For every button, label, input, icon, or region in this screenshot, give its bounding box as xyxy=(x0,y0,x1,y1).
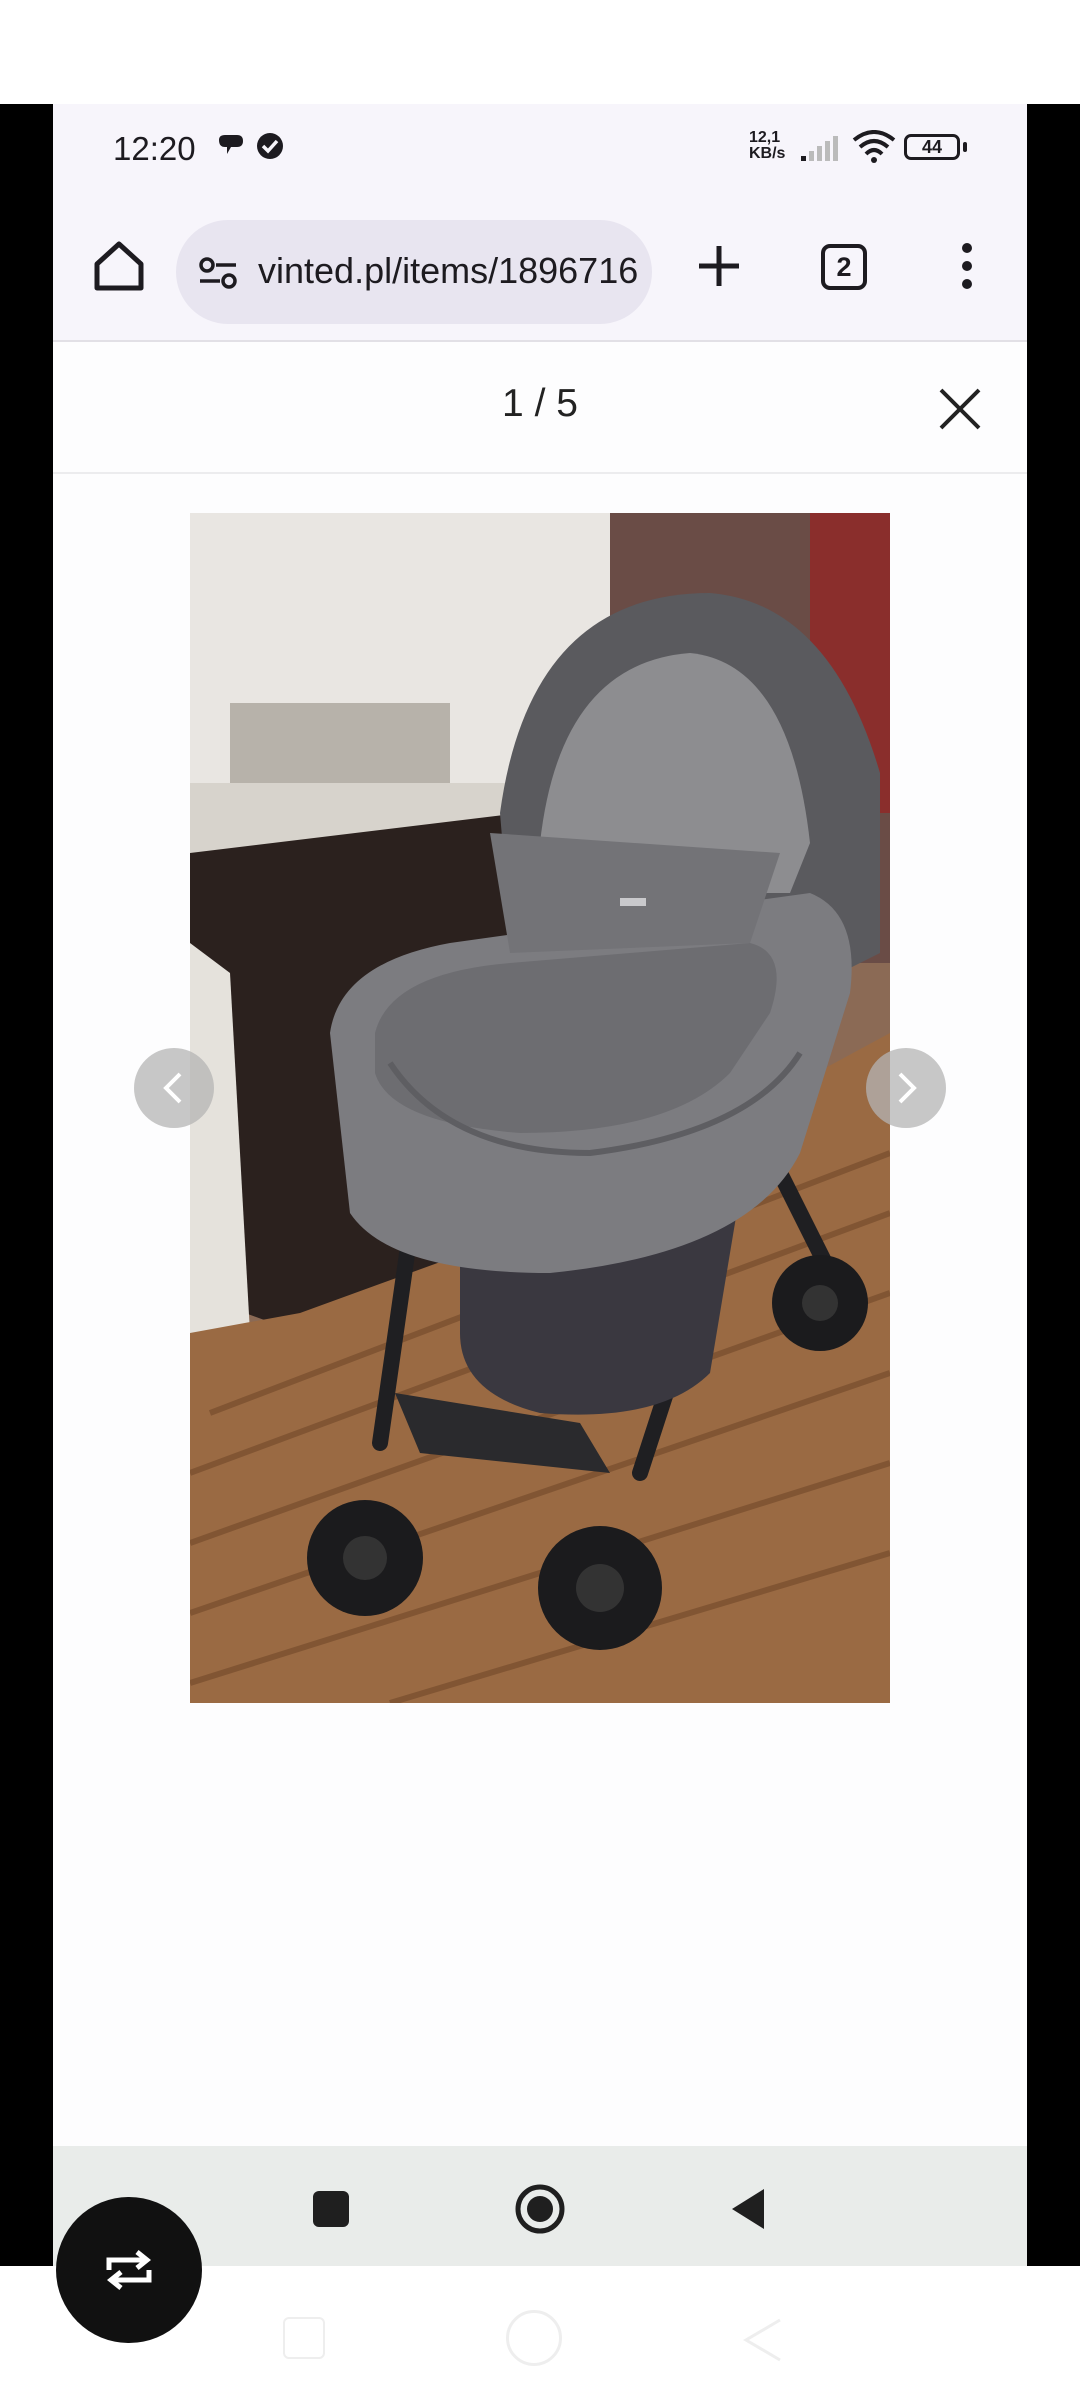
image-counter: 1 / 5 xyxy=(502,382,578,425)
status-time: 12:20 xyxy=(113,130,196,167)
phone-screen: 12:20 12,1 KB/s 44 vinted.pl/items/18967… xyxy=(53,104,1027,2266)
notification-icons xyxy=(215,132,295,167)
url-text[interactable]: vinted.pl/items/1896716 xyxy=(258,250,638,292)
rotate-screen-button[interactable] xyxy=(56,2197,202,2343)
battery-indicator: 44 xyxy=(904,134,960,160)
recents-button[interactable] xyxy=(313,2191,349,2227)
left-letterbox xyxy=(0,104,53,2266)
system-nav-bar xyxy=(53,2146,1027,2266)
address-bar[interactable]: vinted.pl/items/1896716 xyxy=(176,220,652,324)
browser-toolbar: vinted.pl/items/1896716 2 xyxy=(53,188,1027,342)
plus-icon[interactable] xyxy=(687,234,751,298)
chat-bubble-icon xyxy=(219,133,283,159)
gallery-header: 1 / 5 xyxy=(53,344,1027,474)
signal-icon xyxy=(801,136,838,161)
next-image-button[interactable] xyxy=(866,1048,946,1128)
right-letterbox xyxy=(1027,104,1080,2266)
more-vert-icon[interactable] xyxy=(947,234,987,298)
close-icon[interactable] xyxy=(935,384,985,434)
home-button[interactable] xyxy=(514,2183,566,2235)
chevron-right-icon[interactable] xyxy=(866,1048,946,1128)
tab-switcher-button[interactable]: 2 xyxy=(821,244,867,290)
back-button[interactable] xyxy=(728,2187,768,2231)
stroller-photo xyxy=(190,513,890,1703)
outer-recents-button xyxy=(283,2317,325,2359)
outer-back-button xyxy=(743,2318,781,2362)
top-margin xyxy=(0,0,1080,104)
chevron-left-icon[interactable] xyxy=(134,1048,214,1128)
network-speed: 12,1 KB/s xyxy=(749,130,785,162)
status-bar: 12:20 12,1 KB/s 44 xyxy=(53,104,1027,188)
network-speed-value: 12,1 xyxy=(749,129,781,146)
screen-rotate-icon[interactable] xyxy=(101,2248,157,2292)
previous-image-button[interactable] xyxy=(134,1048,214,1128)
outer-home-button xyxy=(506,2310,562,2366)
network-speed-unit: KB/s xyxy=(749,145,786,162)
wifi-icon xyxy=(852,130,896,163)
home-icon[interactable] xyxy=(87,234,151,298)
battery-tip xyxy=(963,142,967,152)
tune-icon[interactable] xyxy=(198,256,238,290)
